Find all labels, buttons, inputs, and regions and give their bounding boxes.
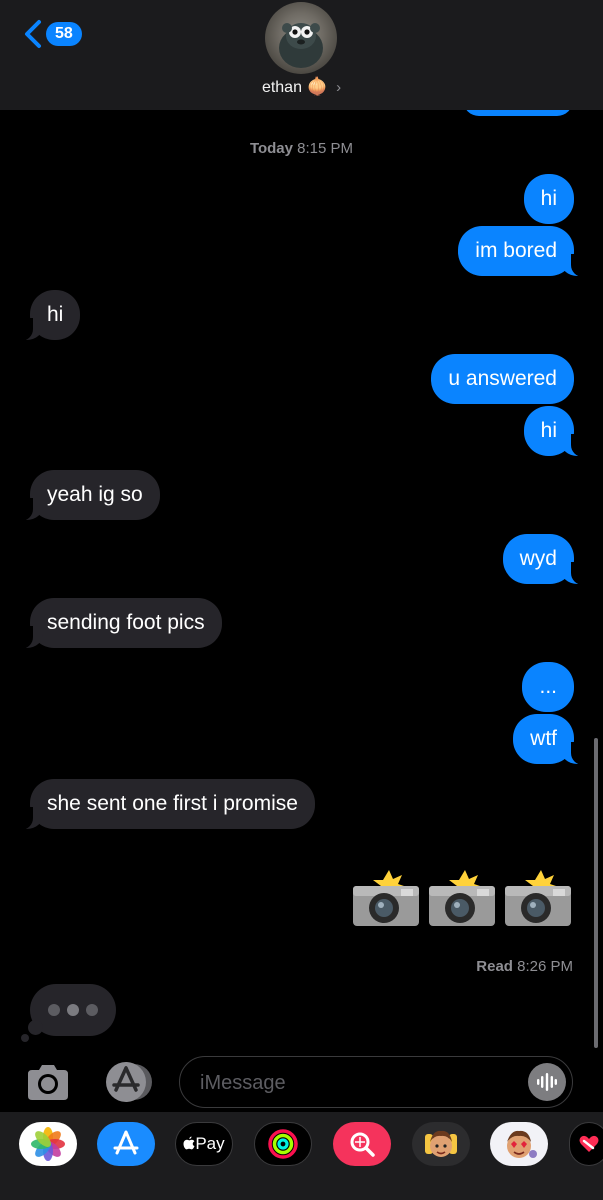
read-receipt: Read 8:26 PM — [476, 958, 573, 975]
message-bubble-outgoing[interactable]: wtf — [513, 714, 587, 765]
message-bubble-incoming[interactable]: hi — [16, 290, 81, 341]
camera-with-flash-emoji — [353, 870, 419, 926]
contact-name: ethan — [261, 79, 302, 96]
photos-app-icon — [31, 1127, 65, 1161]
fitness-app-button[interactable] — [254, 1122, 312, 1166]
message-bubble-outgoing[interactable]: u answered — [431, 354, 574, 404]
camera-with-flash-emoji — [429, 870, 495, 926]
chevron-left-icon — [25, 20, 41, 48]
apple-pay-label: Pay — [195, 1134, 225, 1153]
read-time: 8:26 PM — [517, 958, 573, 975]
chevron-right-icon: › — [336, 79, 342, 96]
memoji-stickers-app-button[interactable] — [490, 1122, 548, 1166]
digital-touch-app-button[interactable] — [569, 1122, 603, 1166]
typing-dot — [67, 1004, 79, 1016]
apple-pay-button[interactable]: Pay — [175, 1122, 233, 1166]
app-store-button[interactable] — [102, 1060, 154, 1104]
timestamp-time: 8:15 PM — [297, 140, 354, 157]
message-bubble-outgoing[interactable]: wyd — [502, 534, 588, 585]
search-images-icon — [350, 1132, 375, 1157]
onion-emoji: 🧅 — [306, 77, 328, 96]
unread-count-badge: 58 — [46, 22, 82, 46]
camera-icon — [28, 1065, 68, 1100]
memoji-stickers-icon — [507, 1130, 537, 1158]
timestamp-day: Today — [249, 140, 293, 157]
app-store-icon — [113, 1130, 139, 1155]
message-bubble-outgoing[interactable]: im bored — [458, 226, 587, 277]
contact-avatar[interactable] — [265, 2, 337, 74]
images-search-app-button[interactable] — [333, 1122, 391, 1166]
message-bubble-outgoing[interactable]: ... — [522, 662, 574, 712]
typing-tail-dot — [28, 1020, 43, 1035]
app-store-app-button[interactable] — [97, 1122, 155, 1166]
emoji-message[interactable] — [351, 870, 573, 928]
app-store-icon — [106, 1062, 152, 1102]
camera-button[interactable] — [24, 1062, 72, 1102]
conversation-timestamp: Today 8:15 PM — [0, 140, 603, 157]
message-bubble-incoming[interactable]: sending foot pics — [17, 598, 222, 649]
typing-dot — [86, 1004, 98, 1016]
contact-name-button[interactable]: ethan 🧅 › — [0, 76, 603, 99]
scrollbar[interactable] — [594, 738, 598, 1048]
audio-message-button[interactable] — [528, 1063, 566, 1101]
message-input[interactable] — [198, 1067, 522, 1099]
read-label: Read — [476, 958, 513, 975]
message-bubble-outgoing[interactable]: hi — [523, 406, 588, 457]
fitness-icon — [268, 1129, 298, 1159]
typing-dot — [48, 1004, 60, 1016]
app-drawer: Pay — [0, 1112, 603, 1200]
waveform-icon — [537, 1073, 557, 1091]
photos-app-button[interactable] — [19, 1122, 77, 1166]
typing-tail-dot — [21, 1034, 29, 1042]
message-input-container — [179, 1056, 573, 1108]
message-bubble-incoming[interactable]: she sent one first i promise — [17, 779, 315, 830]
conversation-header: 58 ethan 🧅 › — [0, 0, 603, 110]
message-bubble-incoming[interactable]: yeah ig so — [17, 470, 160, 521]
apple-logo-icon — [183, 1136, 195, 1150]
message-bubble-outgoing[interactable]: hi — [523, 174, 574, 224]
back-button[interactable]: 58 — [22, 18, 82, 50]
digital-touch-icon — [579, 1135, 599, 1152]
memoji-app-button[interactable] — [412, 1122, 470, 1166]
memoji-icon — [425, 1130, 457, 1157]
camera-with-flash-emoji — [505, 870, 571, 926]
avatar-image — [279, 23, 323, 68]
apple-pay-icon: Pay — [183, 1134, 225, 1154]
